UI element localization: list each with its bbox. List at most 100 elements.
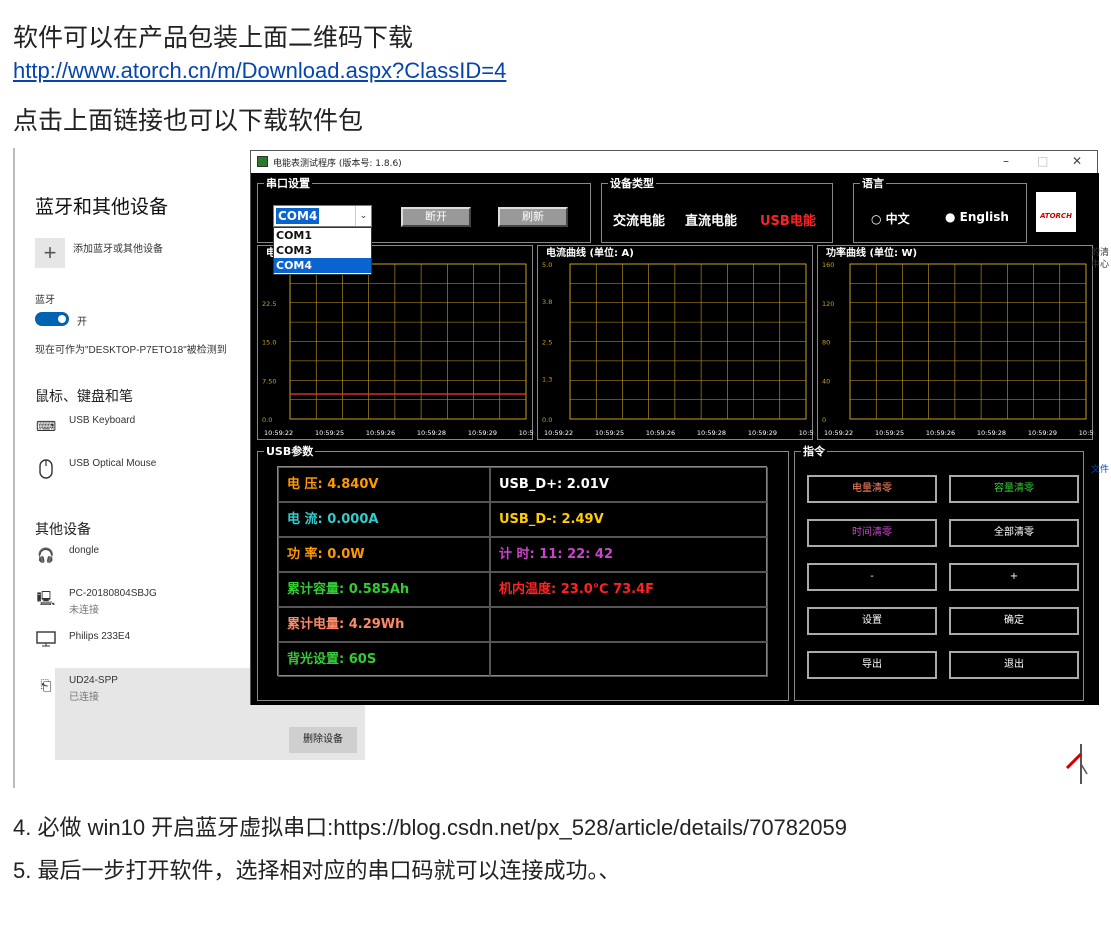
cursor-figure-icon xyxy=(1065,744,1088,784)
param-value: 0.0W xyxy=(327,547,365,562)
step-4-text: 4. 必做 win10 开启蓝牙虚拟串口:https://blog.csdn.n… xyxy=(13,815,847,840)
confirm-button[interactable]: 确定 xyxy=(949,607,1079,635)
param-value: 60S xyxy=(348,652,377,667)
x-tick-label: 10:59:28 xyxy=(977,429,1006,437)
port-select-value: COM4 xyxy=(276,208,320,224)
x-tick-label: 10:59:29 xyxy=(748,429,777,437)
y-tick-label: 7.50 xyxy=(262,377,276,385)
device-type-ac[interactable]: 交流电能 xyxy=(613,210,665,229)
param-cell: 机内温度: 23.0℃ 73.4F xyxy=(490,572,768,607)
remove-device-button[interactable]: 删除设备 xyxy=(289,727,357,753)
device-name[interactable]: USB Keyboard xyxy=(69,415,135,426)
current-chart-svg: 电流曲线 (单位: A) 0.0 1.3 2.5 3.8 5.0 10:59:22 10:59… xyxy=(542,246,814,437)
export-button[interactable]: 导出 xyxy=(807,651,937,679)
param-cell xyxy=(490,607,768,642)
y-tick-label: 5.0 xyxy=(542,261,552,269)
meter-app-window: 电能表测试程序 (版本号: 1.8.6) – □ ✕ 串口设置 COM4 ⌄ C… xyxy=(250,150,1099,705)
port-option[interactable]: COM3 xyxy=(274,243,371,258)
x-tick-label: 10:59:26 xyxy=(366,429,395,437)
device-name[interactable]: dongle xyxy=(69,545,99,556)
y-tick-label: 0 xyxy=(822,416,826,424)
port-dropdown: COM1 COM3 COM4 xyxy=(273,227,372,275)
x-tick-label: 10:59:26 xyxy=(646,429,675,437)
param-cell: 计 时: 11: 22: 42 xyxy=(490,537,768,572)
y-tick-label: 40 xyxy=(822,377,830,385)
add-device-label[interactable]: 添加蓝牙或其他设备 xyxy=(73,240,163,255)
param-label: 背光设置: xyxy=(287,652,345,667)
device-name[interactable]: PC-20180804SBJG xyxy=(69,588,157,599)
device-name[interactable]: UD24-SPP xyxy=(69,675,118,686)
x-tick-label: 10:59:25 xyxy=(315,429,344,437)
exit-button[interactable]: 退出 xyxy=(949,651,1079,679)
x-tick-label: 10:59:22 xyxy=(824,429,853,437)
device-icon: ⎗ xyxy=(40,678,52,694)
param-label: 电 流: xyxy=(287,512,323,527)
clear-all-button[interactable]: 全部清零 xyxy=(949,519,1079,547)
disconnect-button[interactable]: 断开 xyxy=(401,207,471,227)
y-tick-label: 15.0 xyxy=(262,339,276,347)
doc-line-3: 点击上面链接也可以下载软件包 xyxy=(13,106,364,135)
group-title: 指令 xyxy=(801,443,827,459)
param-cell: 累计容量: 0.585Ah xyxy=(278,572,490,607)
chart-power: 功率曲线 (单位: W) 0 40 80 120 160 10:59:22 10:59:25 1… xyxy=(817,245,1094,440)
refresh-button[interactable]: 刷新 xyxy=(498,207,568,227)
y-tick-label: 2.5 xyxy=(542,339,552,347)
x-tick-label: 10:59:22 xyxy=(264,429,293,437)
settings-button[interactable]: 设置 xyxy=(807,607,937,635)
close-icon[interactable]: ✕ xyxy=(1072,154,1082,168)
monitor-icon xyxy=(35,631,57,653)
power-chart-svg: 功率曲线 (单位: W) 0 40 80 120 160 10:59:22 10:59:25 1… xyxy=(822,246,1094,437)
clipped-edge-text: 文件 xyxy=(1091,465,1110,475)
maximize-icon[interactable]: □ xyxy=(1037,154,1048,168)
chart-title: 功率曲线 (单位: W) xyxy=(826,246,917,259)
device-status: 已连接 xyxy=(69,692,99,703)
clear-energy-button[interactable]: 电量清零 xyxy=(807,475,937,503)
param-label: 累计容量: xyxy=(287,582,345,597)
param-value: 0.585Ah xyxy=(348,582,410,597)
clear-time-button[interactable]: 时间清零 xyxy=(807,519,937,547)
lang-en-label: English xyxy=(959,210,1009,224)
x-tick-label: 10:59:29 xyxy=(1028,429,1057,437)
port-option[interactable]: COM4 xyxy=(274,258,371,273)
download-link[interactable]: http://www.atorch.cn/m/Download.aspx?Cla… xyxy=(13,58,506,84)
param-label: 电 压: xyxy=(287,477,323,492)
param-cell: 功 率: 0.0W xyxy=(278,537,490,572)
y-tick-label: 120 xyxy=(822,300,834,308)
device-name[interactable]: USB Optical Mouse xyxy=(69,458,156,469)
clear-capacity-button[interactable]: 容量清零 xyxy=(949,475,1079,503)
param-value: 4.29Wh xyxy=(348,617,405,632)
param-label: USB_D+: xyxy=(499,477,563,492)
device-type-usb[interactable]: USB电能 xyxy=(760,210,816,229)
param-cell xyxy=(490,642,768,677)
add-device-button[interactable]: + xyxy=(35,238,65,268)
param-value: 11: 22: 42 xyxy=(539,547,613,562)
group-title: USB参数 xyxy=(264,443,316,459)
keyboard-icon: ⌨ xyxy=(35,419,57,435)
port-option[interactable]: COM1 xyxy=(274,228,371,243)
computer-icon: 🖳 xyxy=(36,591,56,607)
x-tick-label: 10:59:25 xyxy=(595,429,624,437)
app-icon xyxy=(257,156,268,167)
atorch-logo: ATORCH xyxy=(1036,192,1076,232)
y-tick-label: 3.8 xyxy=(542,298,552,306)
plus-button[interactable]: + xyxy=(949,563,1079,591)
param-cell: USB_D-: 2.49V xyxy=(490,502,768,537)
device-type-dc[interactable]: 直流电能 xyxy=(685,210,737,229)
minus-button[interactable]: - xyxy=(807,563,937,591)
chevron-down-icon[interactable]: ⌄ xyxy=(355,206,371,226)
lang-en-radio[interactable]: ● English xyxy=(945,210,1009,224)
device-status: 未连接 xyxy=(69,605,99,616)
param-label: 累计电量: xyxy=(287,617,345,632)
device-name[interactable]: Philips 233E4 xyxy=(69,631,130,642)
chart-current: 电流曲线 (单位: A) 0.0 1.3 2.5 3.8 5.0 10:59:22 10:59… xyxy=(537,245,814,440)
step-5-text: 5. 最后一步打开软件，选择相对应的串口码就可以连接成功。、 xyxy=(13,858,621,883)
port-select[interactable]: COM4 ⌄ xyxy=(273,205,372,227)
param-value: 2.01V xyxy=(566,477,609,492)
y-tick-label: 80 xyxy=(822,339,830,347)
param-cell: 电 压: 4.840V xyxy=(278,467,490,502)
bluetooth-toggle[interactable] xyxy=(35,312,69,326)
lang-cn-radio[interactable]: ○ 中文 xyxy=(871,210,910,227)
minimize-icon[interactable]: – xyxy=(1003,154,1009,168)
x-tick-label: 10:59:26 xyxy=(926,429,955,437)
param-label: 功 率: xyxy=(287,547,323,562)
